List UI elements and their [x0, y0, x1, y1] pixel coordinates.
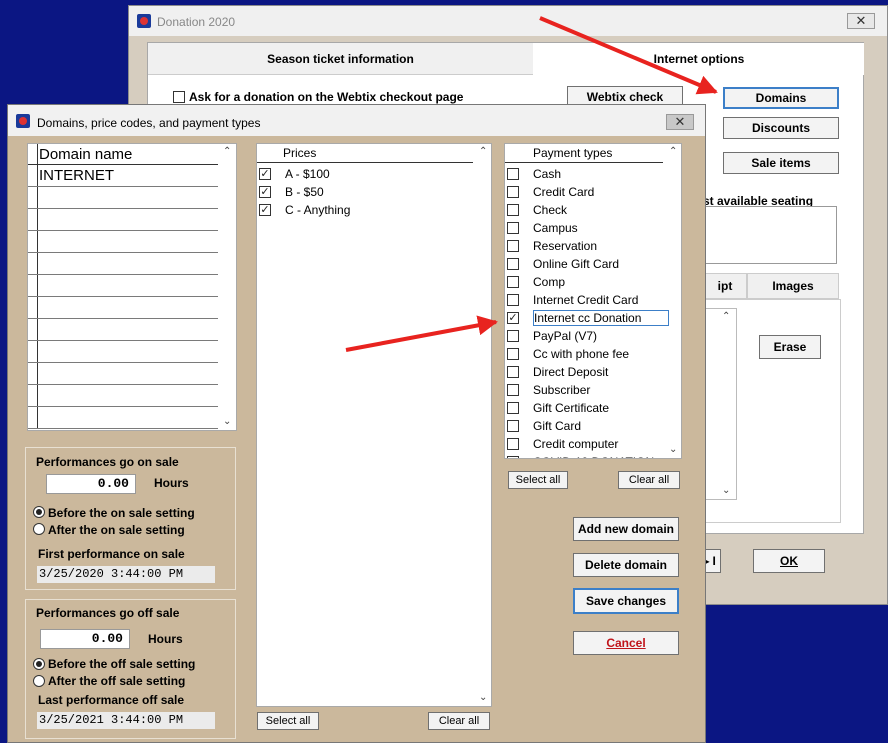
arrow-to-donation-payment [345, 315, 498, 352]
arrow-to-domains [539, 16, 718, 95]
annotation-arrows [345, 16, 718, 352]
